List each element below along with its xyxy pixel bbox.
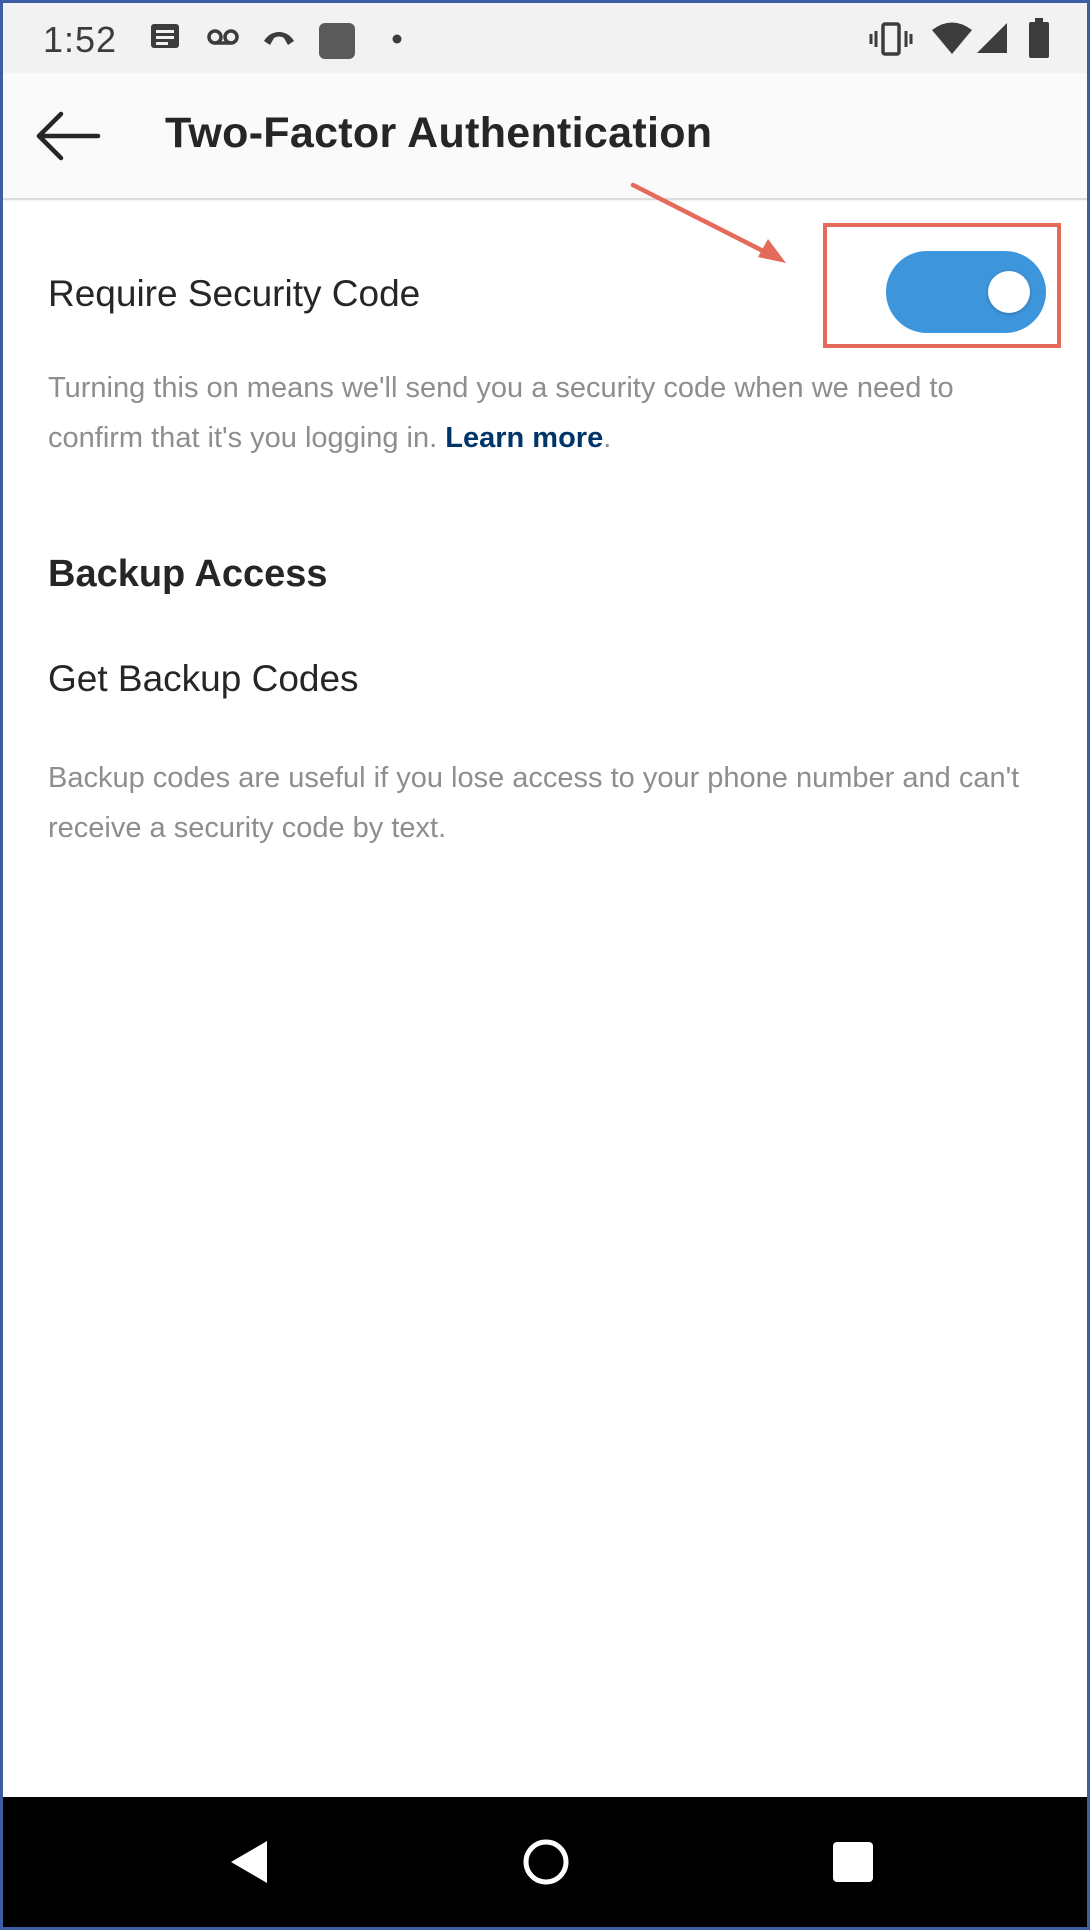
battery-icon [1029, 18, 1049, 58]
annotation-arrow-icon [630, 182, 786, 263]
back-arrow-icon [36, 111, 101, 160]
description-period: . [603, 422, 612, 454]
home-circle-icon[interactable] [511, 1827, 581, 1897]
backup-access-header: Backup Access [48, 553, 328, 595]
status-time: 1:52 [43, 19, 118, 60]
annotation-highlight-box [823, 223, 1061, 348]
call-icon [264, 32, 294, 45]
backup-codes-description: Backup codes are useful if you lose acce… [48, 762, 1020, 844]
learn-more-link[interactable]: Learn more [445, 422, 603, 454]
recents-square-icon[interactable] [818, 1827, 888, 1897]
message-icon [151, 24, 179, 48]
app-icon [319, 23, 355, 59]
get-backup-codes-item[interactable]: Get Backup Codes [48, 658, 359, 700]
app-bar: Two-Factor Authentication [3, 73, 1087, 200]
require-security-code-label[interactable]: Require Security Code [48, 273, 420, 315]
phone-screen: 1:52 Two-Factor Authentication Require S… [0, 0, 1090, 1930]
security-code-description: Turning this on means we'll send you a s… [48, 363, 1038, 463]
wifi-icon [932, 22, 972, 54]
voicemail-icon [207, 29, 239, 45]
vibrate-icon [869, 22, 913, 56]
status-bar: 1:52 [3, 3, 1087, 73]
dot-icon [392, 34, 402, 44]
back-triangle-icon[interactable] [223, 1827, 283, 1897]
signal-icon [977, 23, 1007, 53]
navigation-bar [3, 1797, 1087, 1927]
page-title: Two-Factor Authentication [165, 109, 713, 157]
back-button[interactable] [33, 103, 103, 168]
